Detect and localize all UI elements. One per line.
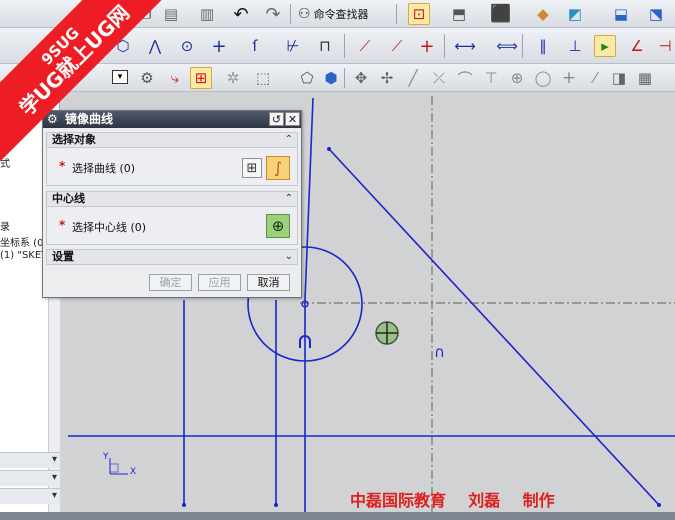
selection-crosshair-icon — [375, 321, 399, 345]
ok-button[interactable]: 确定 — [149, 274, 192, 291]
taskbar — [0, 512, 675, 520]
group-title: 选择对象 — [52, 133, 96, 146]
close-button[interactable]: ✕ — [285, 112, 300, 126]
group-header-select-objects[interactable]: 选择对象 ⌃ — [46, 132, 298, 148]
arc-glyph: ∩ — [434, 343, 445, 361]
required-marker: * — [59, 159, 66, 173]
chevron-up-icon: ⌃ — [284, 193, 293, 204]
author-caption: 中磊国际教育 刘磊 制作 — [350, 491, 555, 510]
add-curve-button[interactable]: ⊞ — [242, 158, 262, 178]
group-header-settings[interactable]: 设置 ⌄ — [46, 249, 298, 265]
gear-icon[interactable]: ⚙ — [47, 112, 58, 126]
cancel-button[interactable]: 取消 — [247, 274, 290, 291]
point-marker[interactable] — [182, 503, 186, 507]
point-marker[interactable] — [274, 503, 278, 507]
curve-icon: ∫ — [274, 159, 282, 177]
dialog-title[interactable]: 镜像曲线 — [43, 111, 301, 128]
center-line-body: * 选择中心线 (0) ⊕ — [46, 207, 298, 245]
wcs-x-label: X — [130, 467, 137, 477]
group-title: 中心线 — [52, 192, 85, 205]
group-header-center-line[interactable]: 中心线 ⌃ — [46, 191, 298, 207]
select-curve-label[interactable]: 选择曲线 (0) — [72, 160, 135, 176]
select-objects-body: * 选择曲线 (0) ⊞ ∫ — [46, 148, 298, 186]
chevron-up-icon: ⌃ — [284, 134, 293, 145]
plus-icon: ⊞ — [246, 160, 258, 176]
chevron-down-icon: ⌄ — [284, 251, 293, 262]
reset-button[interactable]: ↺ — [269, 112, 284, 126]
select-center-line-label[interactable]: 选择中心线 (0) — [72, 219, 146, 235]
point-marker[interactable] — [327, 147, 331, 151]
crosshair-icon: ⊕ — [271, 217, 285, 235]
wcs-triad-icon — [109, 458, 128, 475]
select-curve-button[interactable]: ∫ — [266, 156, 290, 180]
required-marker: * — [59, 218, 66, 232]
apply-button[interactable]: 应用 — [198, 274, 241, 291]
steep-line[interactable] — [304, 97, 314, 301]
group-title: 设置 — [52, 250, 74, 263]
nx-application: ❐ ▤ ▥ ↶ ↷ ⚇ 命令查找器 ⊡ ⬒ ⬛ ◆ ◩ ⬓ ⬔ ⬡ ⋀ ⊙ + … — [0, 0, 675, 520]
wcs-y-label: Y — [103, 452, 109, 462]
mirror-curve-dialog: 镜像曲线 ⚙ ↺ ✕ 选择对象 ⌃ * 选择曲线 (0) ⊞ ∫ 中心线 ⌃ *… — [42, 110, 302, 298]
point-marker[interactable] — [657, 503, 661, 507]
select-center-line-button[interactable]: ⊕ — [266, 214, 290, 238]
